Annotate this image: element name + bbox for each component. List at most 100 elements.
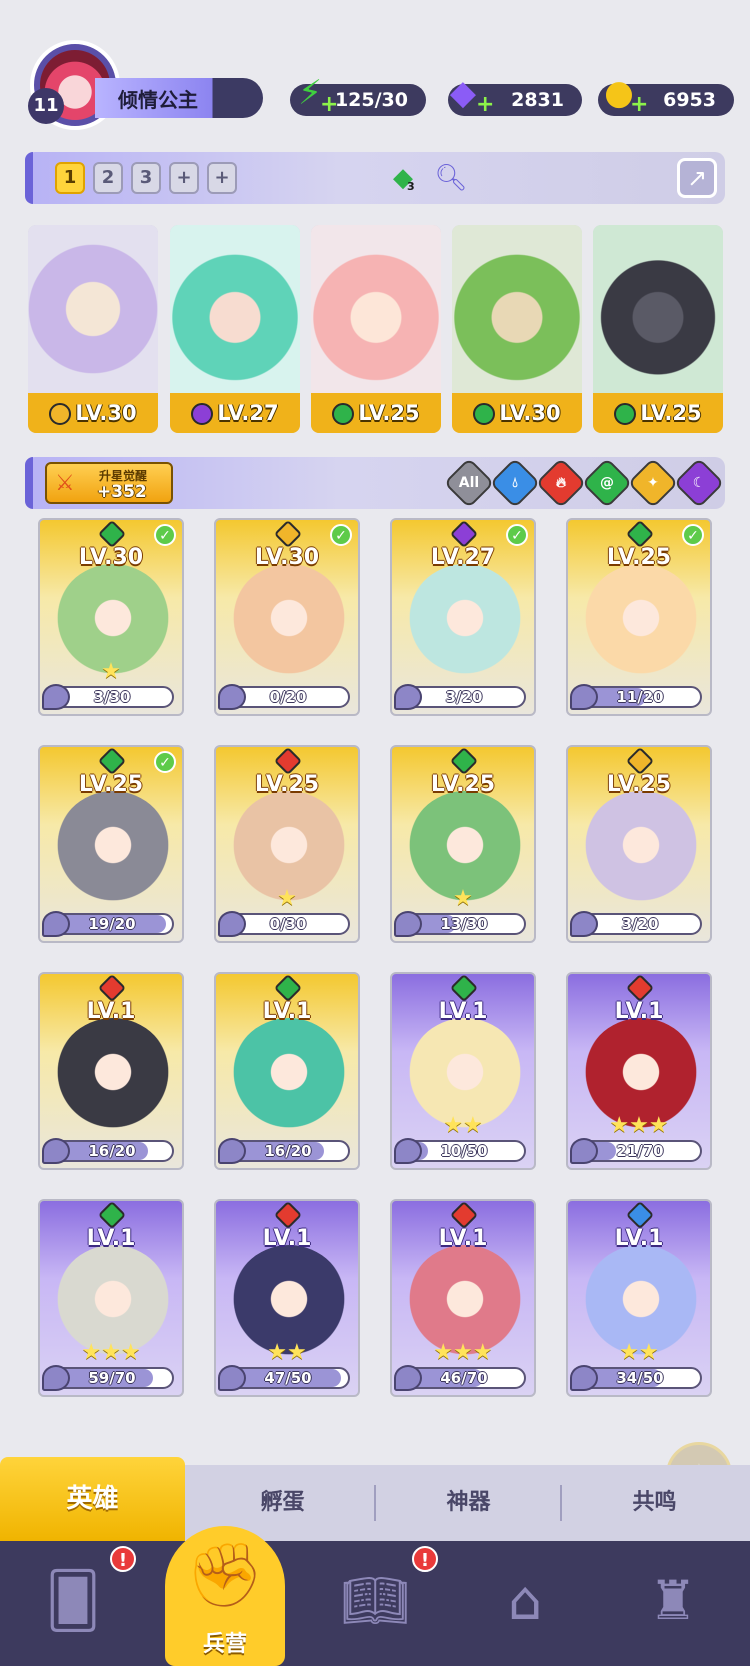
- add-energy-icon[interactable]: +: [320, 94, 338, 116]
- filter-light-icon[interactable]: ✦: [627, 457, 679, 509]
- team-hero-2[interactable]: LV.27: [170, 225, 300, 433]
- light-element-icon: [625, 747, 655, 776]
- filter-water-icon[interactable]: 💧︎: [489, 457, 541, 509]
- shard-progress-text: 0/30: [269, 915, 307, 933]
- team-slot-add-2[interactable]: +: [207, 162, 237, 194]
- team-slot-3[interactable]: 3: [131, 162, 161, 194]
- hero-card[interactable]: LV.1 16/20: [214, 972, 360, 1170]
- hero-card[interactable]: LV.1 ★★ 10/50: [390, 972, 536, 1170]
- nature-element-icon: [473, 403, 496, 425]
- tab-resonance[interactable]: 共鸣: [562, 1465, 747, 1541]
- element-count-icon[interactable]: ◆: [385, 160, 421, 196]
- hero-card[interactable]: ✓ LV.30 0/20: [214, 518, 360, 716]
- nature-element-icon: [273, 974, 303, 1003]
- hero-card[interactable]: LV.25 ★ 13/30: [390, 745, 536, 943]
- nature-element-icon: [625, 520, 655, 549]
- hero-card[interactable]: LV.1 ★★★ 59/70: [38, 1199, 184, 1397]
- awaken-value: +352: [97, 482, 147, 502]
- dark-element-icon: [449, 520, 479, 549]
- nature-element-icon: [449, 747, 479, 776]
- team-slot-1[interactable]: 1: [55, 162, 85, 194]
- tab-artifacts[interactable]: 神器: [376, 1465, 561, 1541]
- team-hero-5[interactable]: LV.25: [593, 225, 723, 433]
- shard-icon: [394, 911, 422, 937]
- nav-shrine[interactable]: ♜: [628, 1561, 718, 1651]
- shard-progress-text: 10/50: [440, 1142, 488, 1160]
- team-hero-3[interactable]: LV.25: [311, 225, 441, 433]
- team-hero-4[interactable]: LV.30: [452, 225, 582, 433]
- shard-progress-text: 13/30: [440, 915, 488, 933]
- hero-portrait: [582, 791, 700, 911]
- team-hero-level-text: LV.27: [217, 401, 279, 425]
- shard-icon: [218, 911, 246, 937]
- shard-icon: [570, 1138, 598, 1164]
- hero-card[interactable]: LV.1 ★★ 34/50: [566, 1199, 712, 1397]
- hero-portrait: [28, 225, 158, 393]
- cards-alert-icon: !: [110, 1546, 136, 1572]
- fire-element-icon: [273, 747, 303, 776]
- hero-portrait: [230, 1018, 348, 1138]
- check-icon: ✓: [682, 524, 704, 546]
- hero-level: LV.25: [254, 772, 320, 797]
- nav-map[interactable]: 📖︎: [330, 1561, 420, 1651]
- shard-progress-text: 47/50: [264, 1369, 312, 1387]
- nav-temple[interactable]: ⌂: [480, 1561, 570, 1651]
- nav-cards[interactable]: 🂠: [28, 1561, 118, 1651]
- team-hero-level-text: LV.25: [640, 401, 702, 425]
- hero-portrait: [170, 225, 300, 393]
- shard-icon: [218, 1365, 246, 1391]
- shard-icon: [218, 684, 246, 710]
- shard-icon: [570, 911, 598, 937]
- hero-portrait: [406, 564, 524, 684]
- team-hero-1[interactable]: LV.30: [28, 225, 158, 433]
- hero-card[interactable]: ✓ LV.25 11/20: [566, 518, 712, 716]
- hero-level: LV.1: [86, 999, 136, 1024]
- team-slot-add-1[interactable]: +: [169, 162, 199, 194]
- hero-card[interactable]: LV.1 ★★★ 21/70: [566, 972, 712, 1170]
- fire-element-icon: [449, 1201, 479, 1230]
- nature-element-icon: [97, 747, 127, 776]
- team-hero-level-text: LV.25: [358, 401, 420, 425]
- filter-all-label: All: [458, 475, 480, 491]
- hero-card[interactable]: LV.1 ★★ 47/50: [214, 1199, 360, 1397]
- add-gems-icon[interactable]: +: [476, 94, 494, 116]
- search-icon[interactable]: 🔍︎: [433, 160, 469, 196]
- shard-icon: [42, 684, 70, 710]
- nature-element-icon: [449, 974, 479, 1003]
- filter-fire-icon[interactable]: 🔥︎: [535, 457, 587, 509]
- fire-element-icon: [625, 974, 655, 1003]
- hero-card[interactable]: LV.25 3/20: [566, 745, 712, 943]
- hero-level: LV.1: [262, 1226, 312, 1251]
- hero-card[interactable]: LV.1 ★★★ 46/70: [390, 1199, 536, 1397]
- hero-card[interactable]: LV.1 16/20: [38, 972, 184, 1170]
- shard-icon: [42, 911, 70, 937]
- share-icon[interactable]: ↗: [677, 158, 717, 198]
- nature-element-icon: [614, 403, 637, 425]
- filter-dark-icon[interactable]: ☾: [673, 457, 725, 509]
- hero-stars: ★: [101, 659, 121, 684]
- player-name: 倾情公主: [118, 88, 198, 112]
- filter-nature-icon[interactable]: @: [581, 457, 633, 509]
- hero-card[interactable]: ✓ LV.27 3/20: [390, 518, 536, 716]
- hero-level: LV.25: [78, 772, 144, 797]
- hero-card[interactable]: ✓ LV.25 19/20: [38, 745, 184, 943]
- hero-card[interactable]: ✓ LV.30 ★ 3/30: [38, 518, 184, 716]
- shard-progress-text: 3/20: [621, 915, 659, 933]
- hero-stars: ★★: [443, 1113, 483, 1138]
- energy-value: 125/30: [334, 89, 408, 111]
- team-bar: 1 2 3 + + ◆ 3 🔍︎ ↗: [25, 152, 725, 204]
- hero-portrait: [593, 225, 723, 393]
- hero-card[interactable]: LV.25 ★ 0/30: [214, 745, 360, 943]
- tab-heroes[interactable]: 英雄: [0, 1457, 185, 1541]
- light-element-icon: [49, 403, 72, 425]
- filter-all[interactable]: All: [443, 457, 495, 509]
- add-coins-icon[interactable]: +: [630, 94, 648, 116]
- star-awaken-button[interactable]: ⚔ 升星觉醒 +352: [45, 462, 173, 504]
- shard-icon: [570, 684, 598, 710]
- check-icon: ✓: [154, 751, 176, 773]
- hero-stars: ★★★: [433, 1340, 493, 1365]
- shard-progress-text: 19/20: [88, 915, 136, 933]
- coin-value: 6953: [663, 89, 716, 111]
- nav-barracks[interactable]: ✊ 兵营: [165, 1526, 285, 1666]
- team-slot-2[interactable]: 2: [93, 162, 123, 194]
